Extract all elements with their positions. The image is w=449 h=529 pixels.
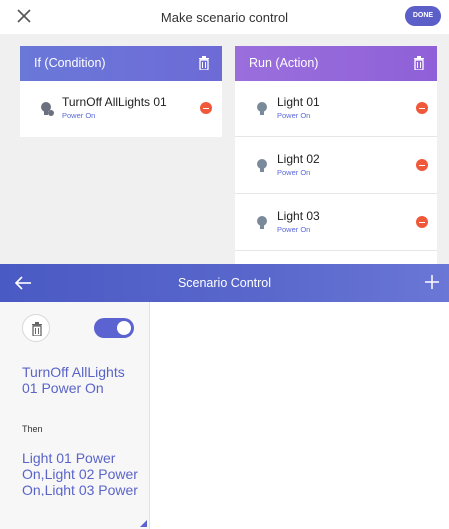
action-item-status: Power On	[277, 168, 311, 177]
bulb-icon	[257, 102, 267, 115]
page-title: Scenario Control	[177, 276, 272, 290]
scenario-control-app-bar: Scenario Control	[0, 264, 449, 302]
scenario-action-text: Light 01 Power On,Light 02 Power On,Ligh…	[22, 450, 138, 496]
corner-indicator	[140, 520, 147, 527]
remove-action-button[interactable]	[416, 159, 428, 171]
toggle-knob	[117, 321, 131, 335]
action-list: Light 01 Power On Light 02 Power On Ligh…	[235, 81, 437, 264]
action-item[interactable]: Light 01 Power On	[235, 81, 437, 137]
action-item-status: Power On	[277, 111, 311, 120]
scenario-content-area	[150, 302, 449, 529]
then-label: Then	[22, 424, 43, 434]
action-item[interactable]: Light 03 Power On	[235, 195, 437, 251]
action-item-status: Power On	[277, 225, 311, 234]
action-item-name: Light 02	[277, 152, 320, 166]
remove-action-button[interactable]	[416, 102, 428, 114]
condition-header: If (Condition)	[20, 46, 222, 81]
remove-action-button[interactable]	[416, 216, 428, 228]
action-header: Run (Action)	[235, 46, 437, 81]
action-item-name: Light 01	[277, 95, 320, 109]
scenario-condition-text: TurnOff AllLights 01 Power On	[22, 364, 125, 396]
scenario-enabled-toggle[interactable]	[94, 318, 134, 338]
bulb-icon	[257, 216, 267, 229]
done-button[interactable]: DONE	[405, 6, 441, 26]
trash-icon[interactable]	[198, 56, 210, 70]
scenario-card[interactable]: TurnOff AllLights 01 Power On Then Light…	[0, 302, 150, 529]
condition-item[interactable]: TurnOff AllLights 01 Power On	[20, 81, 222, 137]
bulb-icon	[257, 159, 267, 172]
add-icon[interactable]	[424, 274, 440, 290]
action-item-name: Light 03	[277, 209, 320, 223]
page-title: Make scenario control	[160, 10, 289, 25]
action-header-label: Run (Action)	[249, 56, 319, 70]
condition-header-label: If (Condition)	[34, 56, 106, 70]
condition-list: TurnOff AllLights 01 Power On	[20, 81, 222, 137]
action-item[interactable]: Light 02 Power On	[235, 138, 437, 194]
remove-condition-button[interactable]	[200, 102, 212, 114]
trash-icon[interactable]	[413, 56, 425, 70]
delete-scenario-button[interactable]	[22, 314, 50, 342]
scenario-edit-panel: If (Condition) TurnOff AllLights 01 Powe…	[0, 34, 449, 264]
trash-icon	[32, 322, 42, 336]
scenario-edit-header: Make scenario control DONE	[0, 0, 449, 34]
condition-item-status: Power On	[62, 111, 96, 120]
condition-item-name: TurnOff AllLights 01	[62, 95, 167, 109]
scenario-bulb-icon	[41, 102, 54, 116]
